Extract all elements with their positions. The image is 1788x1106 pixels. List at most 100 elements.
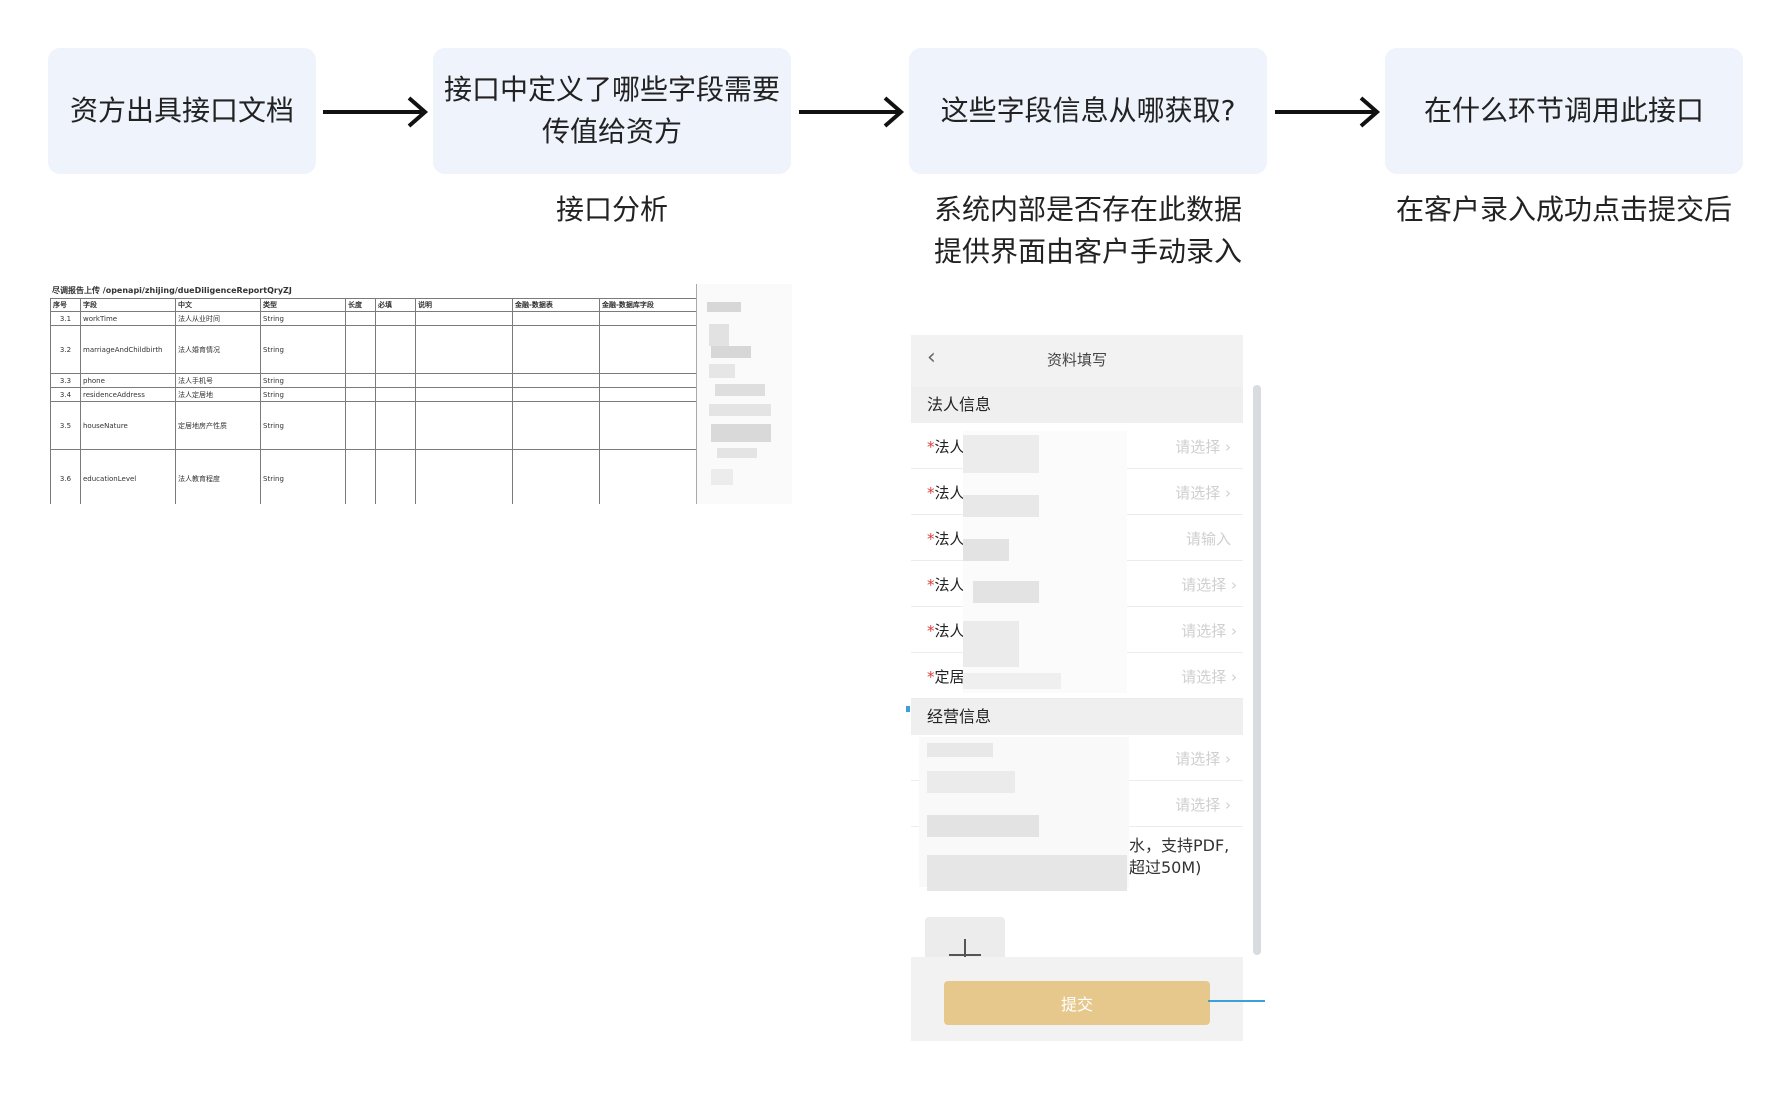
caption-step-4: 在客户录入成功点击提交后	[1385, 189, 1743, 231]
row-field: residenceAddress	[80, 387, 176, 402]
row-type: String	[260, 449, 346, 504]
table-row: 3.2 marriageAndChildbirth 法人婚育情况 String	[50, 325, 697, 374]
flow-step-4-text: 在什么环节调用此接口	[1423, 94, 1704, 127]
row-no: 3.1	[50, 311, 81, 326]
redaction-blur	[927, 815, 1039, 837]
marker-dot	[906, 706, 910, 712]
row-cn: 法人教育程度	[175, 449, 261, 504]
flow-arrow-2	[799, 96, 905, 128]
row-field: workTime	[80, 311, 176, 326]
field-label: 法人	[934, 622, 965, 640]
field-placeholder[interactable]: 请选择 ›	[1175, 748, 1231, 769]
row-cn: 法人手机号	[175, 373, 261, 388]
row-field: houseNature	[80, 401, 176, 450]
flow-step-3-text: 这些字段信息从哪获取?	[940, 94, 1236, 127]
field-placeholder[interactable]: 请选择 ›	[1175, 482, 1231, 503]
redaction-blur	[963, 495, 1039, 517]
redaction-blur	[963, 621, 1019, 667]
required-mark: *	[927, 668, 935, 686]
flow-arrow-3	[1275, 96, 1381, 128]
mobile-scrollbar[interactable]	[1253, 385, 1261, 955]
flow-step-1-text: 资方出具接口文档	[69, 94, 294, 127]
mobile-form-screen: ‹ 资料填写 法人信息 *法人 请选择 › *法人 请选择 › *法人 请输入 …	[911, 335, 1243, 1041]
field-placeholder[interactable]: 请选择 ›	[1175, 794, 1231, 815]
row-no: 3.2	[50, 325, 81, 374]
field-placeholder[interactable]: 请选择 ›	[1181, 666, 1237, 687]
field-placeholder[interactable]: 请选择 ›	[1181, 620, 1237, 641]
row-type: String	[260, 373, 346, 388]
submit-connector-line	[1208, 1000, 1265, 1002]
table-row: 3.5 houseNature 定居地房产性质 String	[50, 401, 697, 450]
sheet-title: 尽调报告上传 /openapi/zhijing/dueDiligenceRepo…	[52, 284, 696, 299]
caption-step-2-text: 接口分析	[555, 193, 668, 226]
sheet-table: 序号 字段 中文 类型 长度 必填 说明 金融-数据表 金融-数据库字段 3.1…	[50, 298, 697, 504]
caption-step-3: 系统内部是否存在此数据 提供界面由客户手动录入	[909, 189, 1267, 273]
required-mark: *	[927, 622, 935, 640]
flow-step-1: 资方出具接口文档	[48, 48, 316, 174]
row-type: String	[260, 401, 346, 450]
upload-note-line2: 超过50M)	[1129, 858, 1202, 877]
row-field: phone	[80, 373, 176, 388]
table-row: 3.3 phone 法人手机号 String	[50, 373, 697, 388]
field-label: 定居	[934, 668, 965, 686]
row-cn: 定居地房产性质	[175, 401, 261, 450]
api-spec-sheet: 尽调报告上传 /openapi/zhijing/dueDiligenceRepo…	[50, 284, 792, 504]
field-label: 法人	[934, 484, 965, 502]
field-placeholder[interactable]: 请选择 ›	[1181, 574, 1237, 595]
caption-step-2: 接口分析	[433, 189, 791, 231]
section-legal-person: 法人信息	[911, 387, 1243, 423]
sheet-header-cell: 金融-数据表	[512, 298, 600, 312]
flow-step-2-line2: 传值给资方	[541, 115, 682, 148]
row-cn: 法人从业时间	[175, 311, 261, 326]
required-mark: *	[927, 530, 935, 548]
mobile-header: ‹ 资料填写	[911, 335, 1243, 381]
submit-button[interactable]: 提交	[944, 981, 1210, 1025]
flow-step-2: 接口中定义了哪些字段需要 传值给资方	[433, 48, 791, 174]
row-type: String	[260, 387, 346, 402]
required-mark: *	[927, 576, 935, 594]
row-no: 3.5	[50, 401, 81, 450]
sheet-header-cell: 字段	[80, 298, 176, 312]
table-row: 3.6 educationLevel 法人教育程度 String	[50, 449, 697, 504]
sheet-header-cell: 金融-数据库字段	[599, 298, 697, 312]
field-placeholder[interactable]: 请选择 ›	[1175, 436, 1231, 457]
row-type: String	[260, 325, 346, 374]
sheet-header-row: 序号 字段 中文 类型 长度 必填 说明 金融-数据表 金融-数据库字段	[50, 298, 697, 312]
redaction-blur	[927, 855, 1127, 891]
redaction-blur	[973, 581, 1039, 603]
row-field: educationLevel	[80, 449, 176, 504]
upload-note-line1: 水，支持PDF,	[1129, 836, 1230, 855]
sheet-header-cell: 必填	[375, 298, 416, 312]
field-placeholder[interactable]: 请输入	[1186, 528, 1231, 549]
row-cn: 法人婚育情况	[175, 325, 261, 374]
row-field: marriageAndChildbirth	[80, 325, 176, 374]
caption-step-3-line2: 提供界面由客户手动录入	[933, 235, 1242, 268]
redaction-blur	[927, 771, 1015, 793]
mobile-title: 资料填写	[1046, 351, 1107, 369]
flow-step-2-line1: 接口中定义了哪些字段需要	[443, 73, 780, 106]
row-no: 3.6	[50, 449, 81, 504]
sheet-header-cell: 序号	[50, 298, 81, 312]
redaction-blur	[963, 673, 1061, 689]
sheet-header-cell: 中文	[175, 298, 261, 312]
field-label: 法人	[934, 530, 965, 548]
field-label: 法人	[934, 438, 965, 456]
row-type: String	[260, 311, 346, 326]
table-row: 3.4 residenceAddress 法人定居地 String	[50, 387, 697, 402]
section-business-info: 经营信息	[911, 699, 1243, 735]
flow-step-4: 在什么环节调用此接口	[1385, 48, 1743, 174]
redaction-blur	[927, 743, 993, 757]
required-mark: *	[927, 484, 935, 502]
table-row: 3.1 workTime 法人从业时间 String	[50, 311, 697, 326]
sheet-header-cell: 长度	[345, 298, 376, 312]
upload-note: 水，支持PDF, 超过50M)	[1129, 835, 1229, 879]
sheet-header-cell: 类型	[260, 298, 346, 312]
sheet-blurred-column	[696, 284, 792, 504]
flow-step-3: 这些字段信息从哪获取?	[909, 48, 1267, 174]
row-no: 3.3	[50, 373, 81, 388]
required-mark: *	[927, 438, 935, 456]
redaction-blur	[963, 539, 1009, 561]
row-no: 3.4	[50, 387, 81, 402]
field-label: 法人	[934, 576, 965, 594]
caption-step-3-line1: 系统内部是否存在此数据	[933, 193, 1242, 226]
